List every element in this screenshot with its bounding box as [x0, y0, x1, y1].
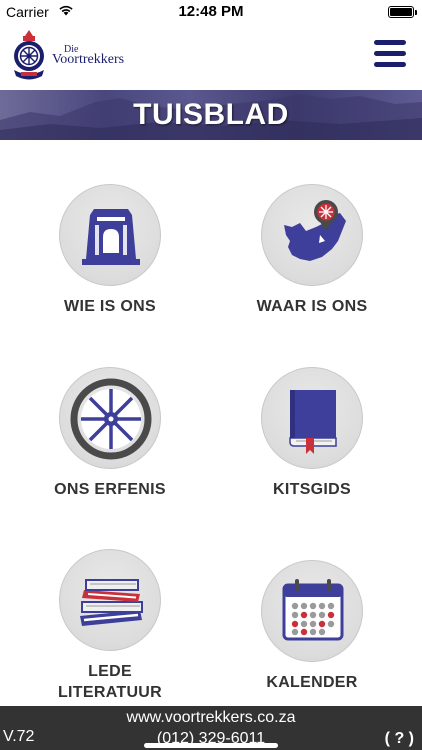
menu-bar — [374, 40, 406, 45]
menu-bar — [374, 51, 406, 56]
tile-label: KALENDER — [266, 674, 358, 691]
tile-label: KITSGIDS — [273, 481, 351, 498]
logo-title: Voortrekkers — [52, 52, 125, 67]
battery-icon — [388, 6, 417, 18]
home-indicator[interactable] — [144, 743, 278, 748]
tile-circle — [59, 367, 161, 469]
tile-circle — [261, 367, 363, 469]
tile-label: WIE IS ONS — [64, 298, 156, 315]
monument-icon — [82, 209, 140, 265]
tile-circle — [59, 549, 161, 651]
page-title: TUISBLAD — [133, 98, 289, 131]
voortrekkers-emblem-icon[interactable] — [8, 28, 50, 82]
tile-label-line1: LEDE — [88, 663, 132, 680]
help-button[interactable]: ( ? ) — [385, 730, 414, 748]
website-link[interactable]: www.voortrekkers.co.za — [0, 709, 422, 727]
wagon-wheel-icon — [70, 378, 152, 460]
status-time: 12:48 PM — [178, 3, 244, 20]
version-label: V.72 — [3, 728, 35, 745]
book-icon — [289, 390, 337, 454]
status-bar: Carrier 12:48 PM — [0, 0, 422, 24]
tile-wie-is-ons[interactable]: WIE IS ONS — [20, 184, 200, 317]
page-banner: TUISBLAD — [0, 90, 422, 140]
tile-ons-erfenis[interactable]: ONS ERFENIS — [20, 367, 200, 500]
tile-label: ONS ERFENIS — [54, 481, 166, 498]
tile-label-line2: LITERATUUR — [57, 684, 163, 701]
books-stack-icon — [80, 579, 143, 626]
tile-label: WAAR IS ONS — [256, 298, 368, 315]
tile-circle — [59, 184, 161, 286]
tile-label: LEDE LITERATUUR — [20, 661, 200, 703]
tile-circle — [261, 184, 363, 286]
hamburger-icon[interactable] — [374, 38, 410, 70]
tile-waar-is-ons[interactable]: WAAR IS ONS — [222, 184, 402, 317]
menu-bar — [374, 62, 406, 67]
tile-kitsgids[interactable]: KITSGIDS — [222, 367, 402, 500]
tile-kalender[interactable]: KALENDER — [222, 560, 402, 693]
calendar-icon — [282, 579, 344, 641]
tile-lede-literatuur[interactable]: LEDE LITERATUUR — [20, 549, 200, 703]
tile-circle — [261, 560, 363, 662]
app-header: Die Voortrekkers — [0, 24, 422, 88]
map-pin-icon — [284, 200, 346, 261]
